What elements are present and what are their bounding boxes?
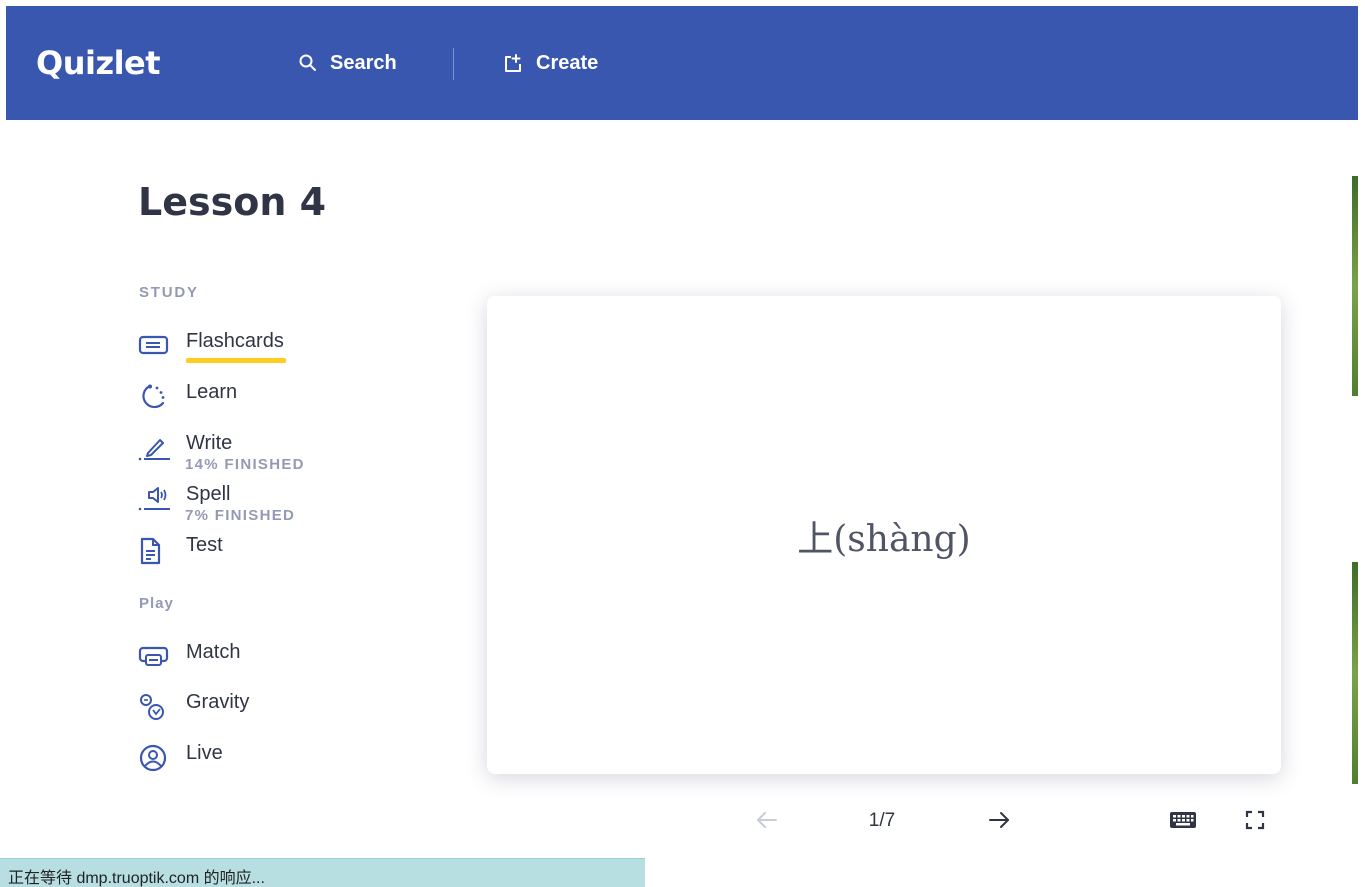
study-mode-label: Write: [186, 432, 233, 454]
keyboard-shortcuts-button[interactable]: [1166, 806, 1200, 834]
active-mode-underline: [186, 358, 286, 363]
study-mode-progress: 14% FINISHED: [185, 456, 305, 473]
quizlet-logo[interactable]: Quizlet: [36, 44, 161, 82]
create-label: Create: [536, 51, 599, 74]
study-mode-label: Spell: [186, 483, 231, 505]
top-navigation-bar: Quizlet Search Create: [6, 6, 1358, 120]
play-mode-label: Match: [186, 641, 241, 663]
search-label: Search: [330, 51, 397, 74]
study-section-heading: STUDY: [139, 284, 199, 301]
create-button[interactable]: Create: [502, 48, 598, 78]
fullscreen-button[interactable]: [1240, 806, 1270, 834]
study-mode-label: Test: [186, 534, 223, 556]
flashcards-icon: [138, 335, 169, 355]
gravity-icon: [140, 694, 164, 720]
right-edge-image: [1352, 176, 1358, 396]
play-mode-label: Gravity: [186, 691, 250, 713]
keyboard-icon: [1170, 812, 1196, 828]
arrow-right-icon: [989, 812, 1009, 828]
live-icon: [139, 744, 167, 772]
study-mode-label: Flashcards: [186, 330, 284, 352]
fullscreen-icon: [1245, 810, 1265, 830]
browser-status-bar: 正在等待 dmp.truoptik.com 的响应...: [0, 858, 645, 887]
spell-icon: [138, 487, 170, 511]
match-icon: [138, 646, 169, 666]
search-button[interactable]: Search: [298, 48, 397, 78]
create-icon: [505, 54, 521, 72]
next-card-button[interactable]: [984, 806, 1014, 834]
flashcard[interactable]: 上(shàng): [487, 296, 1281, 774]
study-mode-progress: 7% FINISHED: [185, 507, 296, 524]
play-mode-label: Live: [186, 742, 223, 764]
browser-status-text: 正在等待 dmp.truoptik.com 的响应...: [8, 870, 265, 887]
write-icon: [138, 439, 170, 461]
search-icon: [299, 54, 316, 71]
test-icon: [140, 537, 161, 565]
right-edge-image: [1352, 562, 1358, 784]
study-mode-label: Learn: [186, 381, 238, 403]
play-section-heading: Play: [139, 595, 174, 612]
nav-divider: [453, 48, 454, 80]
previous-card-button[interactable]: [752, 806, 782, 834]
arrow-left-icon: [757, 812, 777, 828]
learn-icon: [142, 384, 165, 409]
page-title: Lesson 4: [138, 180, 327, 224]
flashcard-term: 上(shàng): [797, 519, 971, 560]
card-counter: 1/7: [868, 810, 896, 831]
